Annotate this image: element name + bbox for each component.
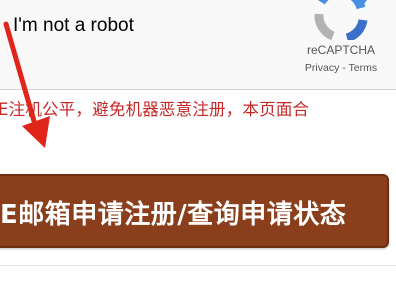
recaptcha-brand: reCAPTCHA	[306, 43, 375, 57]
privacy-link[interactable]: Privacy	[305, 62, 339, 74]
captcha-label: I'm not a robot	[13, 15, 134, 36]
terms-link[interactable]: Terms	[349, 62, 378, 74]
recaptcha-logo-icon	[314, 0, 368, 40]
recaptcha-links: Privacy - Terms	[292, 62, 390, 74]
divider	[0, 265, 396, 266]
links-separator: -	[339, 62, 349, 74]
email-register-button[interactable]: E邮箱申请注册/查询申请状态	[0, 174, 389, 248]
registration-notice: E注机公平，避免机器恶意注册，本页面合	[0, 100, 310, 119]
register-button-label: E邮箱申请注册/查询申请状态	[0, 200, 347, 230]
